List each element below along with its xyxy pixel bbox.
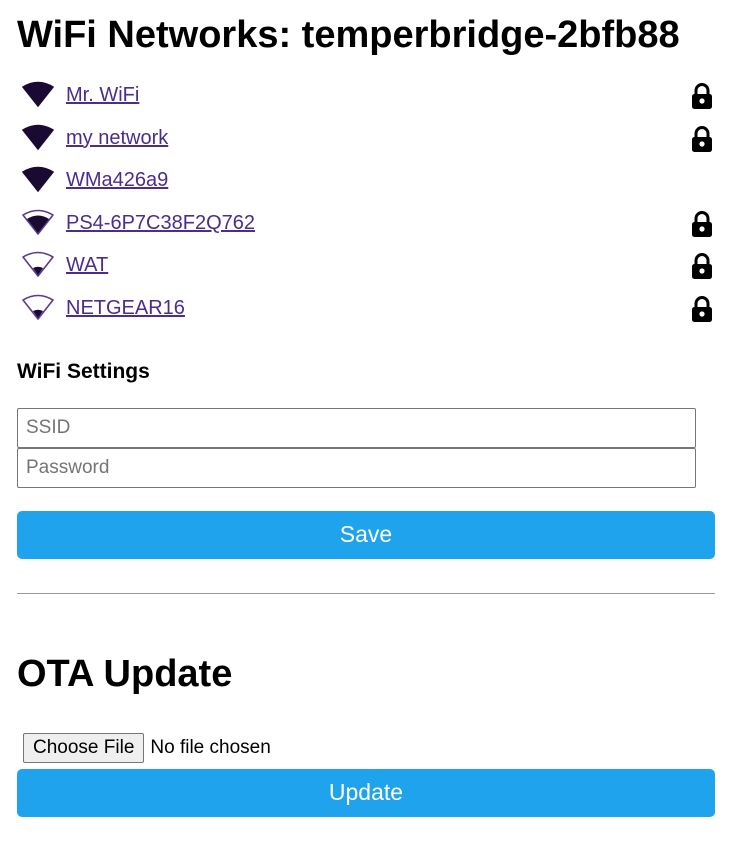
network-row: my network [17,124,715,167]
network-row: WAT [17,251,715,294]
password-input[interactable] [17,447,696,488]
wifi-signal-icon [22,294,54,320]
wifi-settings-form [17,407,715,488]
page: WiFi Networks: temperbridge-2bfb88 Mr. W… [0,0,737,817]
wifi-signal-icon [22,209,54,235]
lock-icon [692,83,712,109]
lock-icon [692,125,712,152]
network-list: Mr. WiFi my network WMa426a9 PS4-6P7C38F2Q7… [17,81,715,337]
network-ssid-link[interactable]: Mr. WiFi [66,84,139,107]
lock-icon [692,253,712,280]
section-divider [17,592,715,594]
wifi-settings-title: WiFi Settings [17,359,150,383]
network-ssid-link[interactable]: WMa426a9 [66,169,168,192]
file-status: No file chosen [150,736,271,758]
wifi-signal-icon [22,166,54,193]
lock-icon [692,295,712,322]
wifi-signal-icon [22,81,54,108]
network-row: NETGEAR16 [17,294,715,337]
wifi-signal-icon [22,124,54,150]
choose-file-button[interactable]: Choose File [23,732,145,763]
network-ssid-link[interactable]: NETGEAR16 [66,297,185,320]
wifi-signal-icon [22,252,54,278]
network-row: PS4-6P7C38F2Q762 [17,209,715,252]
save-button[interactable]: Save [17,510,715,559]
network-ssid-link[interactable]: my network [66,127,168,150]
network-row: Mr. WiFi [17,81,715,124]
ssid-input[interactable] [17,407,696,448]
file-picker: Choose File No file chosen [17,732,715,764]
update-button[interactable]: Update [17,768,715,817]
network-ssid-link[interactable]: PS4-6P7C38F2Q762 [66,212,255,235]
page-title: WiFi Networks: temperbridge-2bfb88 [17,14,680,56]
lock-icon [692,210,712,237]
network-ssid-link[interactable]: WAT [66,254,108,277]
network-row: WMa426a9 [17,166,715,209]
ota-title: OTA Update [17,652,233,695]
